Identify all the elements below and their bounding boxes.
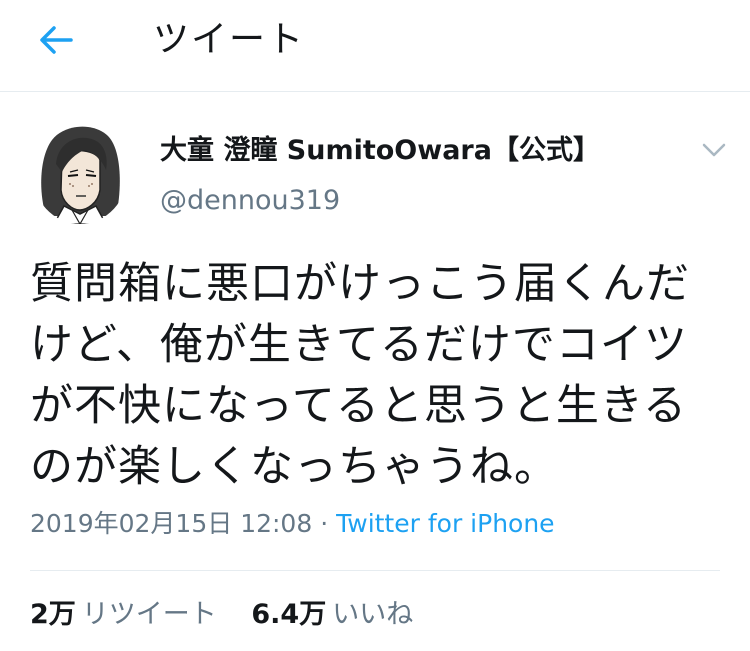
tweet-line: 質問箱に悪口がけっこう届くんだ — [30, 259, 690, 309]
tweet-meta: 2019年02月15日 12:08 · Twitter for iPhone — [30, 506, 555, 542]
user-handle[interactable]: @dennou319 — [160, 182, 340, 220]
like-label: いいね — [332, 599, 414, 630]
page-title: ツイート — [153, 19, 306, 60]
divider — [30, 570, 720, 571]
like-stat[interactable]: 6.4万 いいね — [251, 596, 413, 634]
user-avatar-icon — [41, 126, 120, 224]
chevron-down-icon[interactable] — [700, 140, 728, 160]
back-button[interactable] — [36, 22, 76, 58]
retweet-count: 2万 — [30, 599, 76, 630]
tweet-stats: 2万 リツイート 6.4万 いいね — [30, 596, 413, 634]
avatar[interactable] — [32, 120, 128, 224]
tweet-text: 質問箱に悪口がけっこう届くんだ けど、俺が生きてるだけでコイツ が不快になってる… — [30, 254, 730, 498]
tweet-line: のが楽しくなっちゃうね。 — [30, 442, 558, 492]
like-count: 6.4万 — [251, 599, 327, 630]
display-name[interactable]: 大童 澄瞳 SumitoOwara【公式】 — [160, 132, 600, 170]
top-bar: ツイート — [0, 0, 750, 92]
retweet-stat[interactable]: 2万 リツイート — [30, 596, 217, 634]
meta-separator: · — [320, 509, 329, 538]
arrow-left-icon — [40, 26, 73, 54]
tweet-line: けど、俺が生きてるだけでコイツ — [30, 320, 688, 370]
tweet-timestamp[interactable]: 2019年02月15日 12:08 — [30, 509, 312, 538]
retweet-label: リツイート — [81, 599, 217, 630]
tweet-source-link[interactable]: Twitter for iPhone — [336, 509, 554, 538]
tweet-line: が不快になってると思うと生きる — [30, 381, 687, 431]
